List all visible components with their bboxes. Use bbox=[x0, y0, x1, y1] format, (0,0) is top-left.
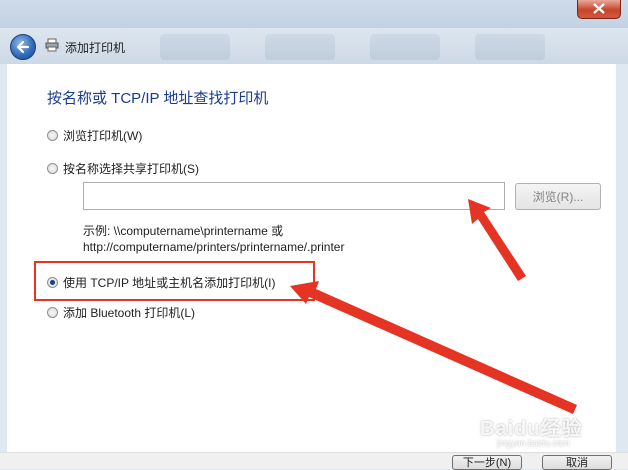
watermark-logo: Baidu经验 bbox=[480, 418, 583, 440]
annotation-arrow-to-option bbox=[290, 281, 577, 414]
annotation-arrow-to-input bbox=[468, 199, 526, 281]
watermark-url: jingyan.baidu.com bbox=[497, 438, 570, 448]
annotation-arrows bbox=[290, 199, 577, 414]
